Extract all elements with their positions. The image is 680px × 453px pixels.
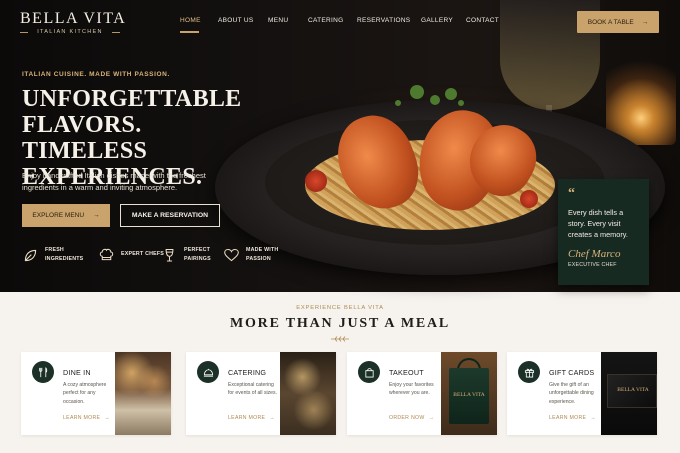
- heart-icon: [223, 247, 240, 264]
- leaf-icon: [22, 247, 39, 264]
- card-link-label: ORDER NOW: [389, 415, 425, 421]
- learn-more-link[interactable]: LEARN MORE →: [549, 415, 596, 421]
- dine-in-image: [115, 352, 171, 435]
- nav-active-indicator: [180, 31, 199, 33]
- feature-made-with-passion: MADE WITH PASSION: [223, 246, 290, 264]
- quote-text: Every dish tells a story. Every visit cr…: [568, 208, 628, 239]
- herb-garnish: [410, 85, 424, 99]
- top-navigation: BELLA VITA ITALIAN KITCHEN HOME ABOUT US…: [0, 0, 680, 44]
- book-a-table-label: BOOK A TABLE: [587, 18, 634, 26]
- chef-role: EXECUTIVE CHEF: [568, 262, 617, 268]
- card-description: Enjoy your favorites wherever you are.: [389, 382, 434, 397]
- hero-description: Enjoy handcrafted Italian dishes made wi…: [22, 171, 206, 192]
- hero-section: BELLA VITA ITALIAN KITCHEN HOME ABOUT US…: [0, 0, 680, 292]
- page: BELLA VITA ITALIAN KITCHEN HOME ABOUT US…: [0, 0, 680, 453]
- cloche-icon: [197, 361, 219, 383]
- arrow-right-icon: →: [428, 415, 435, 421]
- nav-item-about-us[interactable]: ABOUT US: [218, 17, 254, 24]
- service-card-dine-in[interactable]: DINE IN A cozy atmosphere perfect for an…: [21, 352, 171, 435]
- tomato-image: [305, 170, 327, 192]
- chef-hat-icon: [98, 246, 115, 263]
- wheat-ornament-icon: [331, 336, 349, 342]
- order-now-link[interactable]: ORDER NOW →: [389, 415, 434, 421]
- feature-label: EXPERT CHEFS: [121, 251, 165, 257]
- nav-item-contact[interactable]: CONTACT: [466, 17, 499, 24]
- service-card-takeout[interactable]: TAKEOUT Enjoy your favorites wherever yo…: [347, 352, 497, 435]
- wine-glass-icon: [161, 247, 178, 264]
- gift-card: BELLA VITA: [607, 374, 657, 408]
- learn-more-link[interactable]: LEARN MORE →: [228, 415, 275, 421]
- learn-more-link[interactable]: LEARN MORE →: [63, 415, 110, 421]
- brand-name: BELLA VITA: [20, 10, 127, 27]
- card-link-label: LEARN MORE: [63, 415, 101, 421]
- feature-fresh-ingredients: FRESH INGREDIENTS: [22, 246, 89, 264]
- chef-quote-card: “ Every dish tells a story. Every visit …: [558, 179, 649, 285]
- gift-card-brand-text: BELLA VITA: [617, 387, 649, 393]
- feature-perfect-pairings: PERFECT PAIRINGS: [161, 246, 228, 264]
- catering-image: [280, 352, 336, 435]
- gift-card-image: BELLA VITA: [601, 352, 657, 435]
- section-title: MORE THAN JUST A MEAL: [229, 316, 451, 331]
- gift-icon: [518, 361, 540, 383]
- make-reservation-label: MAKE A RESERVATION: [131, 212, 209, 219]
- hero-eyebrow: ITALIAN CUISINE. MADE WITH PASSION.: [22, 71, 170, 78]
- nav-item-home[interactable]: HOME: [180, 17, 201, 24]
- herb-garnish: [458, 100, 464, 106]
- service-card-gift-cards[interactable]: GIFT CARDS Give the gift of an unforgett…: [507, 352, 657, 435]
- arrow-right-icon: →: [590, 415, 596, 421]
- brand-logo[interactable]: BELLA VITA ITALIAN KITCHEN: [20, 10, 127, 35]
- arrow-right-icon: →: [269, 415, 275, 421]
- card-title: DINE IN: [63, 368, 91, 377]
- fork-knife-icon: [32, 361, 54, 383]
- service-card-catering[interactable]: CATERING Exceptional catering for events…: [186, 352, 336, 435]
- make-reservation-button[interactable]: MAKE A RESERVATION: [120, 204, 220, 227]
- arrow-right-icon: →: [93, 212, 100, 219]
- feature-label: PERFECT PAIRINGS: [184, 247, 211, 262]
- nav-item-reservations[interactable]: RESERVATIONS: [357, 17, 410, 24]
- book-a-table-button[interactable]: BOOK A TABLE →: [577, 11, 659, 33]
- shopping-bag-icon: [358, 361, 380, 383]
- brand-tagline: ITALIAN KITCHEN: [20, 29, 120, 35]
- candle-image: [606, 55, 676, 145]
- herb-garnish: [430, 95, 440, 105]
- tomato-image: [520, 190, 538, 208]
- bag-brand-text: BELLA VITA: [453, 392, 485, 398]
- card-description: Exceptional catering for events of all s…: [228, 382, 277, 397]
- feature-label: FRESH INGREDIENTS: [45, 247, 84, 262]
- nav-item-catering[interactable]: CATERING: [308, 17, 344, 24]
- nav-item-gallery[interactable]: GALLERY: [421, 17, 453, 24]
- nav-item-menu[interactable]: MENU: [268, 17, 288, 24]
- card-title: TAKEOUT: [389, 368, 424, 377]
- card-description: A cozy atmosphere perfect for any occasi…: [63, 382, 107, 405]
- explore-menu-label: EXPLORE MENU: [32, 212, 85, 219]
- card-link-label: LEARN MORE: [228, 415, 266, 421]
- card-title: GIFT CARDS: [549, 368, 595, 377]
- chef-signature: Chef Marco: [568, 248, 621, 260]
- arrow-right-icon: →: [641, 18, 649, 26]
- section-eyebrow: EXPERIENCE BELLA VITA: [296, 305, 384, 311]
- feature-label: MADE WITH PASSION: [246, 247, 279, 262]
- explore-menu-button[interactable]: EXPLORE MENU →: [22, 204, 110, 227]
- arrow-right-icon: →: [104, 415, 110, 421]
- feature-expert-chefs: EXPERT CHEFS: [98, 246, 165, 263]
- card-description: Give the gift of an unforgettable dining…: [549, 382, 594, 405]
- herb-garnish: [395, 100, 401, 106]
- takeout-bag-image: BELLA VITA: [441, 352, 497, 435]
- card-title: CATERING: [228, 368, 267, 377]
- branded-bag: BELLA VITA: [449, 368, 489, 424]
- quote-mark-icon: “: [568, 186, 575, 201]
- card-link-label: LEARN MORE: [549, 415, 587, 421]
- herb-garnish: [445, 88, 457, 100]
